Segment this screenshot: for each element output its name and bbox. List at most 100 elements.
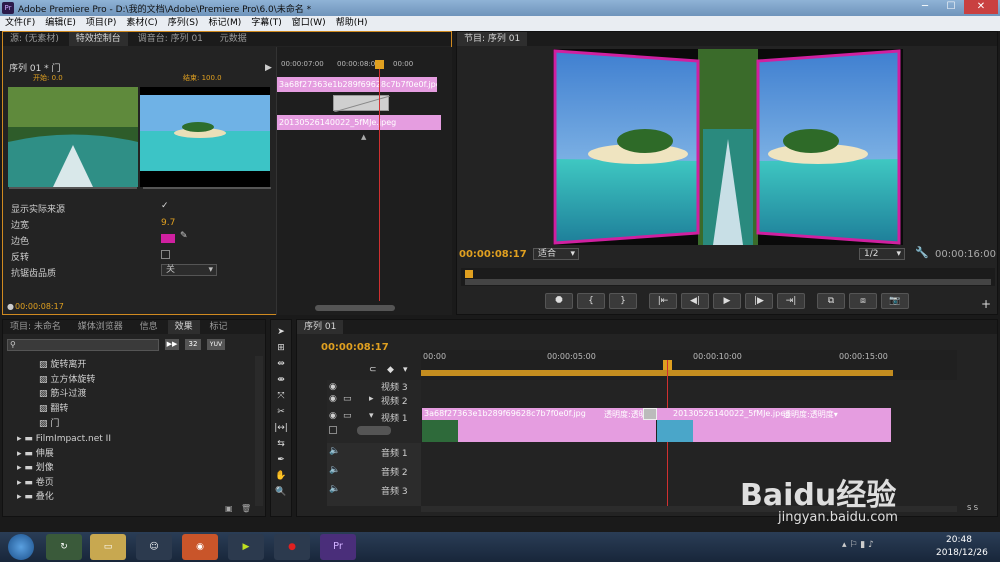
solo-icon[interactable]: S S (967, 504, 978, 512)
step-back-button[interactable]: ◀| (681, 293, 709, 309)
menu-window[interactable]: 窗口(W) (287, 16, 331, 31)
speaker-icon[interactable]: 🔈 (329, 484, 340, 494)
list-item[interactable]: ▧ 旋转离开 (39, 358, 86, 372)
mini-scrollbar[interactable] (315, 305, 395, 311)
slip-tool-icon[interactable]: |↔| (274, 422, 288, 435)
premiere-app-icon[interactable]: Pr (320, 534, 356, 560)
play-button[interactable]: ▶ (713, 293, 741, 309)
go-to-in-button[interactable]: |⇤ (649, 293, 677, 309)
border-width-value[interactable]: 9.7 (161, 218, 175, 228)
wrench-icon[interactable]: 🔧 (915, 246, 929, 259)
qq-app-icon[interactable]: ☺ (136, 534, 172, 560)
mini-clip-b[interactable]: 20130526140022_5fMJe.jpeg (277, 115, 441, 130)
eye-icon[interactable]: ◉ (329, 411, 337, 421)
folder-item[interactable]: ▸ ▬ 伸展 (17, 447, 54, 461)
tab-effects[interactable]: 效果 (167, 320, 200, 334)
lock-icon[interactable]: ▭ (343, 394, 352, 404)
menu-marker[interactable]: 标记(M) (203, 16, 246, 31)
tab-media-browser[interactable]: 媒体浏览器 (71, 320, 130, 334)
mark-in-button[interactable]: { (577, 293, 605, 309)
keyframe-toggle-icon[interactable] (329, 426, 337, 434)
eye-icon[interactable]: ◉ (329, 382, 337, 392)
menu-sequence[interactable]: 序列(S) (163, 16, 204, 31)
hand-tool-icon[interactable]: ✋ (274, 470, 288, 483)
folder-item[interactable]: ▸ ▬ 划像 (17, 461, 54, 475)
step-forward-button[interactable]: |▶ (745, 293, 773, 309)
border-color-swatch[interactable] (161, 234, 175, 243)
work-area-bar[interactable] (421, 370, 893, 376)
yuv-badge[interactable]: YUV (207, 339, 225, 350)
marker-icon[interactable]: ▾ (403, 365, 408, 375)
tab-audio-mixer[interactable]: 调音台: 序列 01 (131, 32, 210, 46)
firefox-app-icon[interactable]: ◉ (182, 534, 218, 560)
tab-markers[interactable]: 标记 (202, 320, 234, 334)
show-actual-source-checkbox[interactable]: ✓ (161, 201, 169, 211)
lift-button[interactable]: ⧉ (817, 293, 845, 309)
menu-help[interactable]: 帮助(H) (331, 16, 373, 31)
set-marker-icon[interactable]: ◆ (387, 365, 394, 375)
timeline-clip-b[interactable]: 20130526140022_5fMJe.jpeg 透明度:透明度▾ (657, 408, 891, 442)
tab-info[interactable]: 信息 (133, 320, 165, 334)
ripple-edit-tool-icon[interactable]: ⇹ (274, 358, 288, 371)
accelerated-effects-icon[interactable]: ▶▶ (165, 339, 179, 350)
go-to-out-button[interactable]: ⇥| (777, 293, 805, 309)
menu-clip[interactable]: 素材(C) (121, 16, 162, 31)
expand-track-icon[interactable]: ▸ (369, 394, 374, 404)
program-viewer[interactable] (553, 49, 903, 245)
program-playhead-handle[interactable] (465, 270, 473, 278)
folder-item[interactable]: ▸ ▬ FilmImpact.net II (17, 432, 111, 446)
list-item[interactable]: ▧ 立方体旋转 (39, 373, 95, 387)
add-marker-button[interactable]: ⯃ (545, 293, 573, 309)
rolling-edit-tool-icon[interactable]: ⇼ (274, 374, 288, 387)
zoom-tool-icon[interactable]: 🔍 (274, 486, 288, 499)
tray-icons[interactable]: ▴ ⚐ ▮ ♪ (842, 540, 874, 550)
speaker-icon[interactable]: 🔈 (329, 446, 340, 456)
list-item[interactable]: ▧ 筋斗过渡 (39, 387, 86, 401)
tab-program[interactable]: 节目: 序列 01 (457, 32, 528, 46)
door-transition-icon[interactable] (643, 408, 657, 420)
list-item[interactable]: ▧ 门 (39, 417, 59, 431)
folder-item[interactable]: ▸ ▬ 卷页 (17, 476, 54, 490)
effects-scrollbar[interactable] (255, 356, 263, 506)
mini-clip-a[interactable]: 3a68f27363e1b289f69628c7b7f0e0f.jpg (277, 77, 437, 92)
opacity-toggle[interactable] (357, 426, 391, 435)
menu-edit[interactable]: 编辑(E) (40, 16, 81, 31)
collapse-track-icon[interactable]: ▾ (369, 411, 374, 421)
menu-project[interactable]: 项目(P) (81, 16, 121, 31)
program-zoom-bar[interactable] (465, 279, 991, 285)
mini-playhead[interactable] (379, 61, 380, 301)
tab-sequence[interactable]: 序列 01 (297, 320, 344, 334)
fit-select[interactable]: 适合 ▾ (533, 248, 579, 260)
new-folder-icon[interactable]: ▣ (225, 504, 233, 513)
folder-app-icon[interactable]: ▭ (90, 534, 126, 560)
extract-button[interactable]: ⧈ (849, 293, 877, 309)
rate-stretch-tool-icon[interactable]: ⤧ (274, 390, 288, 403)
timeline-clip-a[interactable]: 3a68f27363e1b289f69628c7b7f0e0f.jpg 透明度:… (422, 408, 656, 442)
pen-tool-icon[interactable]: ✒ (274, 454, 288, 467)
lock-icon[interactable]: ▭ (343, 411, 352, 421)
selection-tool-icon[interactable]: ➤ (274, 326, 288, 339)
mini-playhead-handle[interactable] (375, 60, 384, 69)
add-button-icon[interactable]: + (981, 297, 991, 311)
effect-current-time[interactable]: 00:00:08:17 (15, 302, 64, 311)
folder-item[interactable]: ▸ ▬ 叠化 (17, 490, 54, 504)
program-current-time[interactable]: 00:00:08:17 (459, 249, 527, 260)
tab-metadata[interactable]: 元数据 (213, 32, 254, 46)
timeline-current-time[interactable]: 00:00:08:17 (321, 342, 389, 353)
export-frame-button[interactable]: 📷 (881, 293, 909, 309)
close-button[interactable]: ✕ (964, 0, 998, 14)
tab-source[interactable]: 源: (无素材) (3, 32, 66, 46)
effects-search-box[interactable]: ⚲ (7, 339, 159, 351)
delete-icon[interactable]: 🗑 (241, 504, 251, 513)
list-item[interactable]: ▧ 翻转 (39, 402, 68, 416)
razor-tool-icon[interactable]: ✂ (274, 406, 288, 419)
tab-effect-controls[interactable]: 特效控制台 (68, 32, 128, 46)
maximize-button[interactable]: ☐ (938, 0, 964, 14)
effects-search-input[interactable] (20, 340, 156, 350)
menu-file[interactable]: 文件(F) (0, 16, 40, 31)
snap-icon[interactable]: ⊂ (369, 365, 377, 375)
slide-tool-icon[interactable]: ⇆ (274, 438, 288, 451)
eyedropper-icon[interactable]: ✎ (180, 231, 188, 241)
program-scrubber[interactable] (461, 268, 995, 286)
timeline-ruler[interactable]: 00:00 00:00:05:00 00:00:10:00 00:00:15:0… (421, 350, 957, 380)
